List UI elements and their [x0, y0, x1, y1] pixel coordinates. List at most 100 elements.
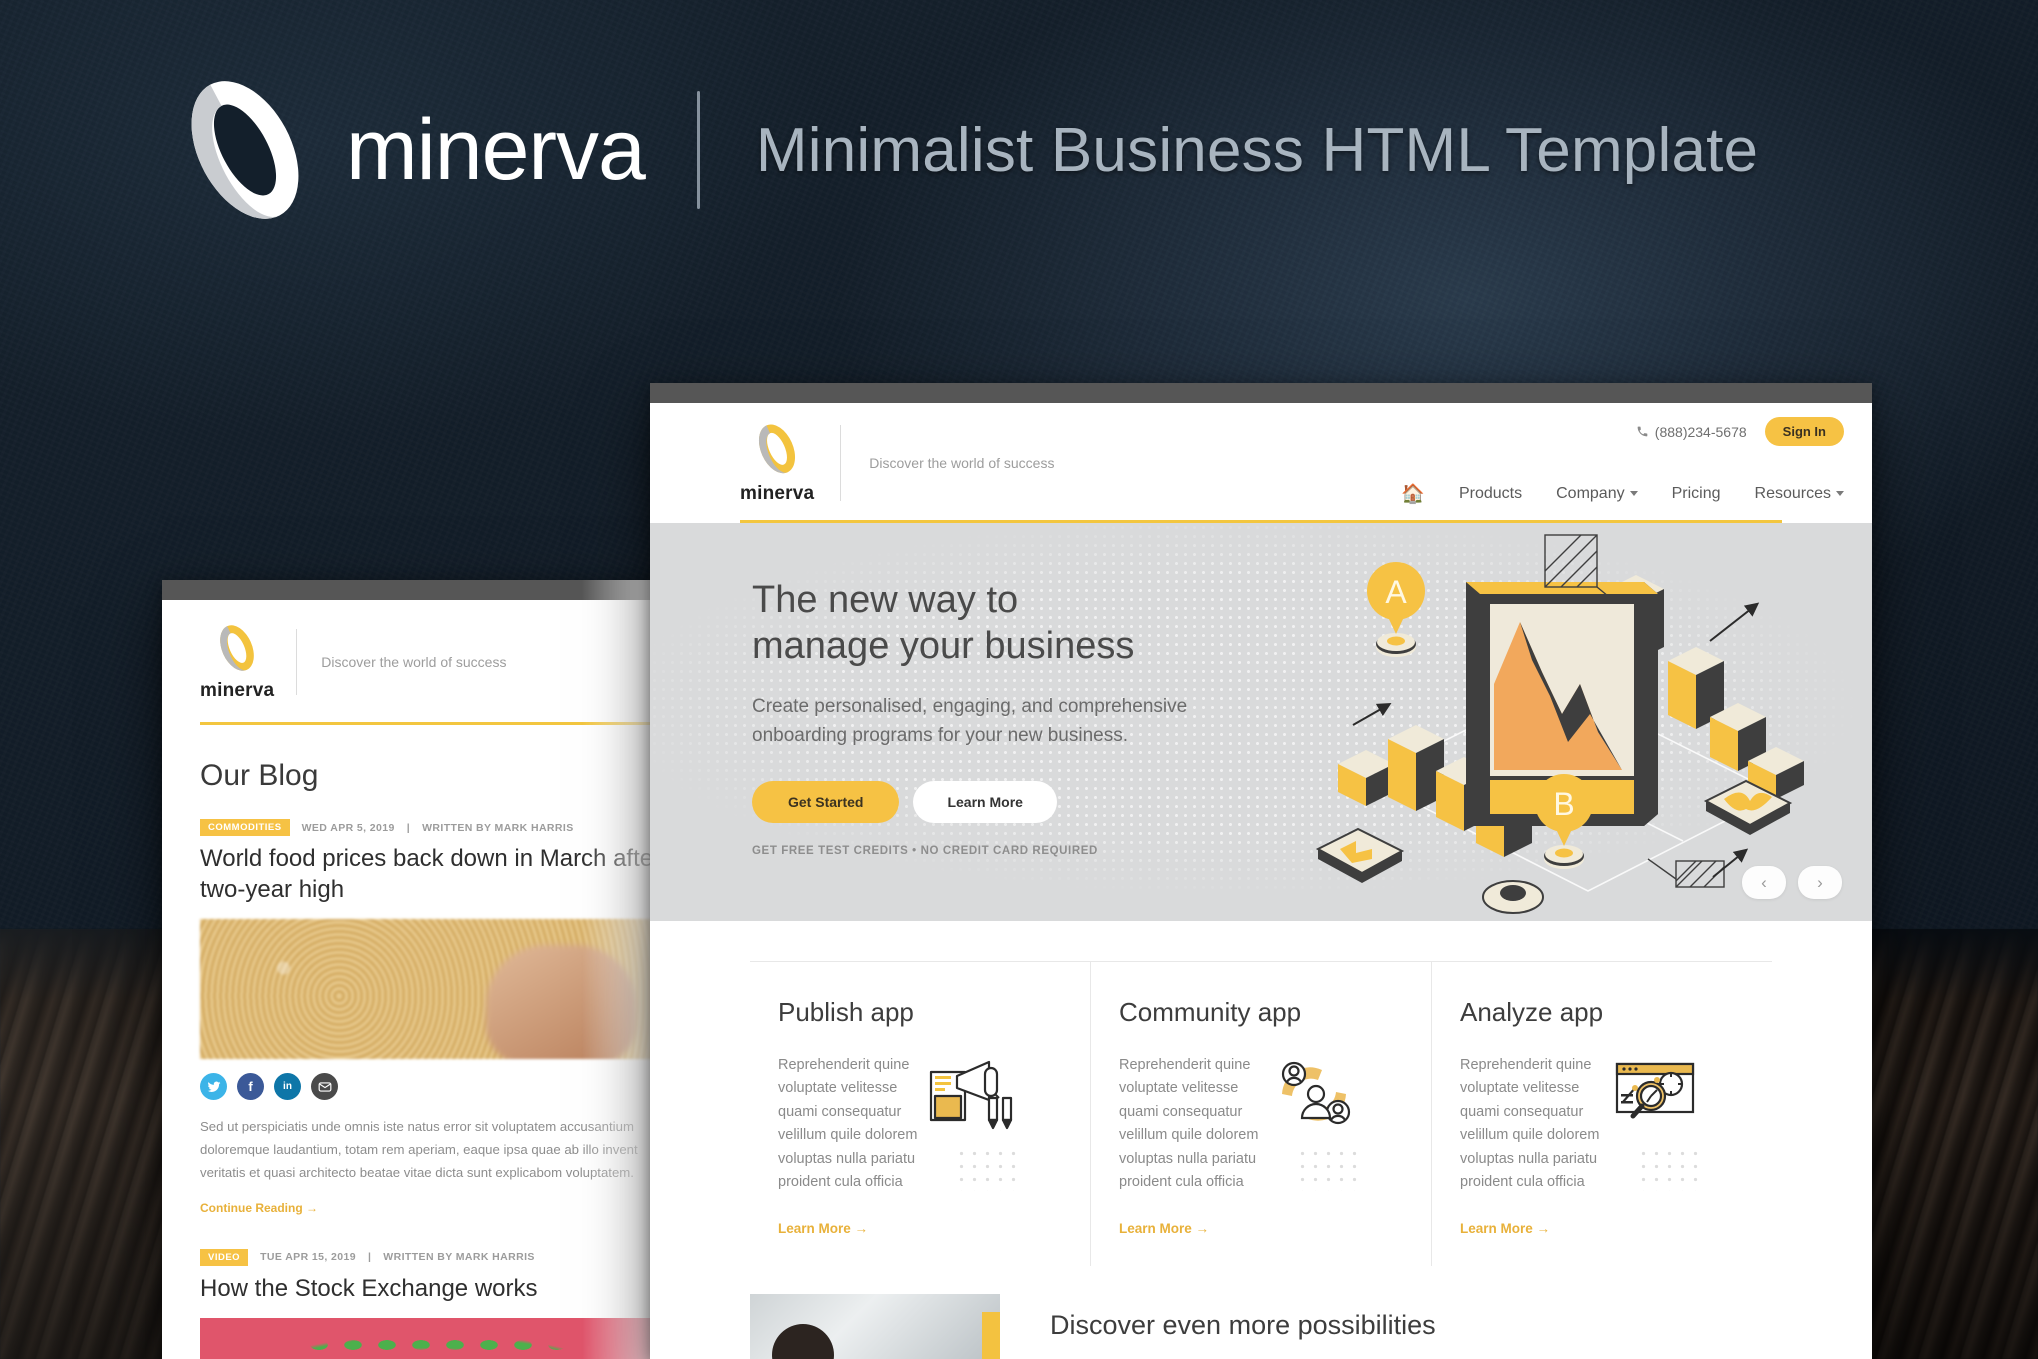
- hero-subtitle-line: Create personalised, engaging, and compr…: [752, 695, 1188, 717]
- blog-site-header: minerva Discover the world of success 🏠: [162, 600, 702, 702]
- browser-window-homepage[interactable]: minerva Discover the world of success (8…: [650, 383, 1872, 1359]
- site-header: minerva Discover the world of success (8…: [650, 403, 1872, 520]
- phone-number[interactable]: (888)234-5678: [1636, 424, 1747, 440]
- card-text: Reprehenderit quine voluptate velitesse …: [1119, 1054, 1258, 1195]
- nav-company[interactable]: Company: [1556, 485, 1638, 503]
- minerva-ring-logo-icon: [160, 65, 330, 235]
- carousel-prev-button[interactable]: ‹: [1742, 866, 1786, 899]
- promo-tagline: Minimalist Business HTML Template: [755, 115, 1759, 185]
- discover-section: Discover even more possibilities: [650, 1266, 1872, 1359]
- continue-reading-link[interactable]: Continue Reading →: [200, 1201, 664, 1215]
- card-text-line: voluptate velitesse: [1460, 1080, 1580, 1097]
- header-utility-bar: (888)234-5678 Sign In: [1636, 417, 1844, 446]
- site-logo[interactable]: minerva: [740, 421, 814, 505]
- isometric-business-illustration: A B: [1315, 534, 1804, 914]
- phone-number-label: (888)234-5678: [1654, 423, 1747, 440]
- post-author: WRITTEN BY MARK HARRIS: [422, 821, 574, 834]
- learn-more-button[interactable]: Learn More: [913, 780, 1057, 823]
- nav-resources-label: Resources: [1754, 485, 1831, 502]
- card-body: Reprehenderit quine voluptate velitesse …: [778, 1054, 1062, 1195]
- linkedin-icon[interactable]: in: [274, 1073, 301, 1101]
- card-text-line: Reprehenderit quine: [1119, 1057, 1251, 1073]
- feature-card-analyze: Analyze app Reprehenderit quine voluptat…: [1431, 961, 1772, 1266]
- chevron-down-icon: [1629, 491, 1638, 497]
- svg-text:B: B: [1553, 786, 1574, 822]
- decorative-dots: [1637, 1146, 1704, 1191]
- card-text-line: quami consequatur: [1119, 1103, 1243, 1120]
- nav-products[interactable]: Products: [1459, 485, 1522, 503]
- sign-in-button[interactable]: Sign In: [1764, 417, 1844, 446]
- discover-title: Discover even more possibilities: [1050, 1309, 1436, 1340]
- card-title: Community app: [1119, 997, 1302, 1027]
- nav-company-label: Company: [1556, 485, 1625, 502]
- svg-text:A: A: [1385, 574, 1407, 610]
- post-tag[interactable]: COMMODITIES: [200, 819, 290, 836]
- browser-window-blog[interactable]: minerva Discover the world of success 🏠 …: [162, 580, 702, 1359]
- card-text-line: proident cula officia: [1460, 1174, 1585, 1191]
- main-navigation: 🏠 Products Company Pricing Resources: [1401, 482, 1844, 506]
- card-body: Reprehenderit quine voluptate velitesse …: [1460, 1054, 1744, 1195]
- hero-subtitle-line: onboarding programs for your new busines…: [752, 725, 1128, 747]
- blog-logo[interactable]: minerva: [200, 622, 274, 702]
- magnifier-chart-icon: [1616, 1062, 1695, 1119]
- post-excerpt-line: Sed ut perspiciatis unde omnis iste natu…: [200, 1119, 634, 1135]
- card-illustration: [1609, 1054, 1705, 1195]
- chevron-down-icon: [1836, 491, 1844, 497]
- post-image-detail: [486, 944, 637, 1060]
- post-author: WRITTEN BY MARK HARRIS: [383, 1251, 535, 1264]
- card-text-line: proident cula officia: [778, 1174, 903, 1191]
- card-text-line: velillum quile dolorem: [778, 1127, 918, 1144]
- blog-post: VIDEO TUE APR 15, 2019 | WRITTEN BY MARK…: [200, 1248, 664, 1359]
- card-text-line: quami consequatur: [1460, 1103, 1584, 1120]
- card-rule: [1432, 961, 1772, 962]
- blog-brand-name: minerva: [200, 680, 275, 701]
- marker-b-pin: B: [1535, 774, 1593, 869]
- email-icon[interactable]: [311, 1073, 338, 1101]
- phone-icon: [1637, 426, 1648, 437]
- window-titlebar[interactable]: [650, 383, 1872, 403]
- site-slogan: Discover the world of success: [869, 455, 1055, 471]
- facebook-icon[interactable]: f: [237, 1073, 264, 1101]
- card-text-line: voluptas nulla pariatu: [778, 1150, 916, 1167]
- meta-separator: |: [406, 821, 411, 834]
- carousel-next-button[interactable]: ›: [1798, 866, 1842, 899]
- post-meta: COMMODITIES WED APR 5, 2019 | WRITTEN BY…: [200, 819, 664, 836]
- post-tag[interactable]: VIDEO: [200, 1248, 249, 1266]
- social-share-row: f in: [200, 1073, 664, 1101]
- post-title[interactable]: World food prices back down in March aft…: [200, 844, 664, 905]
- card-learn-more-link[interactable]: Learn More →: [778, 1221, 1062, 1236]
- blog-header-divider: [296, 629, 298, 695]
- card-rule: [750, 961, 1090, 962]
- get-started-button[interactable]: Get Started: [752, 780, 900, 823]
- twitter-icon[interactable]: [200, 1073, 227, 1101]
- site-brand-name: minerva: [740, 483, 815, 504]
- meta-separator: |: [367, 1251, 372, 1264]
- post-image-leaves: [200, 1318, 664, 1359]
- card-title: Publish app: [778, 997, 914, 1027]
- card-text-line: quami consequatur: [778, 1103, 902, 1120]
- nav-home[interactable]: 🏠: [1401, 482, 1425, 506]
- feature-cards: Publish app Reprehenderit quine voluptat…: [650, 921, 1872, 1266]
- blog-logo-row: minerva Discover the world of success: [200, 622, 664, 702]
- card-text-line: voluptas nulla pariatu: [1119, 1150, 1257, 1167]
- blog-header-rule: [200, 722, 664, 725]
- card-illustration: [927, 1054, 1023, 1195]
- hero-carousel-controls: ‹ ›: [1742, 866, 1842, 899]
- discover-person: [772, 1323, 834, 1359]
- card-title: Analyze app: [1460, 997, 1604, 1027]
- blog-content: Our Blog COMMODITIES WED APR 5, 2019 | W…: [162, 759, 702, 1359]
- nav-resources[interactable]: Resources: [1755, 485, 1844, 503]
- post-date: WED APR 5, 2019: [301, 821, 395, 834]
- window-titlebar[interactable]: [162, 580, 702, 600]
- card-learn-more-link[interactable]: Learn More →: [1119, 1221, 1403, 1236]
- card-learn-more-label: Learn More: [778, 1220, 851, 1236]
- promo-divider: [696, 91, 700, 209]
- card-text: Reprehenderit quine voluptate velitesse …: [1460, 1054, 1599, 1195]
- card-text-line: velillum quile dolorem: [1460, 1127, 1600, 1144]
- card-text: Reprehenderit quine voluptate velitesse …: [778, 1054, 917, 1195]
- nav-pricing[interactable]: Pricing: [1672, 485, 1721, 503]
- hero-title: The new way to manage your business: [752, 577, 1272, 670]
- card-learn-more-link[interactable]: Learn More →: [1460, 1221, 1744, 1236]
- post-title[interactable]: How the Stock Exchange works: [200, 1274, 664, 1305]
- card-illustration: [1268, 1054, 1364, 1195]
